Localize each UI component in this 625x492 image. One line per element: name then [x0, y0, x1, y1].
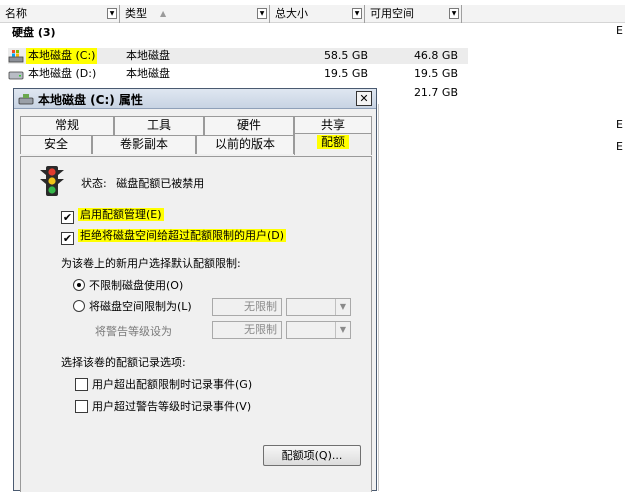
- drive-row-d[interactable]: 本地磁盘 (D:) 本地磁盘 19.5 GB 19.5 GB: [8, 66, 468, 82]
- properties-dialog: 本地磁盘 (C:) 属性 ✕ 常规 工具 硬件 共享 安全 卷影副本 以前的版本…: [13, 88, 377, 492]
- log-exceed-limit-label: 用户超出配额限制时记录事件(G): [92, 378, 253, 391]
- chevron-down-icon[interactable]: ▼: [257, 8, 267, 19]
- close-button[interactable]: ✕: [356, 91, 372, 106]
- side-letter: E: [616, 118, 623, 131]
- limit-value-field[interactable]: 无限制: [212, 298, 282, 316]
- limit-radio-row[interactable]: 将磁盘空间限制为(L): [73, 299, 192, 315]
- enable-quota-label: 启用配额管理(E): [78, 208, 164, 221]
- no-limit-radio-row[interactable]: 不限制磁盘使用(O): [73, 278, 183, 294]
- side-letter: E: [616, 140, 623, 153]
- drive-row-c[interactable]: 本地磁盘 (C:) 本地磁盘 58.5 GB 46.8 GB: [8, 48, 468, 64]
- tab-label: 工具: [146, 118, 171, 132]
- tab-label: 常规: [54, 118, 79, 132]
- column-type[interactable]: 类型 ▲ ▼: [120, 5, 270, 23]
- drive-icon: [8, 71, 24, 80]
- drive-type: 本地磁盘: [126, 49, 170, 62]
- warning-level-label: 将警告等级设为: [95, 325, 172, 338]
- close-icon: ✕: [359, 92, 369, 105]
- chevron-down-icon[interactable]: ▼: [335, 322, 350, 338]
- quota-entries-button[interactable]: 配额项(Q)...: [263, 445, 361, 466]
- tab-label: 共享: [320, 118, 345, 132]
- tab-row-front: 安全 卷影副本 以前的版本 配额: [20, 133, 372, 155]
- drive-icon: [18, 94, 34, 105]
- column-free-space[interactable]: 可用空间 ▼: [365, 5, 462, 23]
- drive-total: 19.5 GB: [323, 67, 368, 80]
- chevron-down-icon[interactable]: ▼: [107, 8, 117, 19]
- column-total-label: 总大小: [275, 7, 308, 20]
- tab-general[interactable]: 常规: [20, 116, 114, 135]
- drive-name: 本地磁盘 (C:): [26, 48, 98, 64]
- quota-status: 状态: 磁盘配额已被禁用: [81, 175, 204, 191]
- no-limit-label: 不限制磁盘使用(O): [89, 279, 184, 292]
- log-exceed-warning-label: 用户超过警告等级时记录事件(V): [92, 400, 252, 413]
- drive-free: 46.8 GB: [413, 49, 458, 62]
- tab-quota[interactable]: 配额: [294, 133, 372, 155]
- tab-label: 配额: [316, 135, 349, 149]
- tab-previous-versions[interactable]: 以前的版本: [196, 135, 294, 154]
- tab-label: 硬件: [236, 118, 261, 132]
- quota-entries-label: 配额项(Q)...: [281, 449, 343, 462]
- tab-label: 安全: [43, 137, 68, 151]
- log-exceed-warning-row[interactable]: 用户超过警告等级时记录事件(V): [75, 399, 251, 415]
- log-exceed-warning-checkbox[interactable]: [75, 400, 88, 413]
- drive-free: 21.7 GB: [413, 86, 458, 99]
- limit-disk-label: 将磁盘空间限制为(L): [89, 300, 192, 313]
- column-free-label: 可用空间: [370, 7, 414, 20]
- drive-type: 本地磁盘: [126, 67, 170, 80]
- tab-label: 卷影副本: [119, 137, 168, 151]
- check-mark-icon: ✔: [62, 211, 73, 224]
- divider: [378, 104, 379, 491]
- sort-ascending-icon: ▲: [160, 9, 167, 18]
- drive-name: 本地磁盘 (D:): [28, 67, 97, 80]
- column-header-bar: 名称 ▼ 类型 ▲ ▼ 总大小 ▼ 可用空间 ▼: [0, 5, 625, 23]
- no-limit-radio[interactable]: [73, 279, 85, 291]
- status-value: 磁盘配额已被禁用: [116, 177, 205, 190]
- dialog-title: 本地磁盘 (C:) 属性: [38, 93, 143, 107]
- column-name-label: 名称: [5, 7, 27, 20]
- side-letter: E: [616, 24, 623, 37]
- log-exceed-limit-row[interactable]: 用户超出配额限制时记录事件(G): [75, 377, 252, 393]
- drive-free: 19.5 GB: [413, 67, 458, 80]
- deny-space-label: 拒绝将磁盘空间给超过配额限制的用户(D): [78, 229, 287, 242]
- quota-panel: 状态: 磁盘配额已被禁用 ✔ 启用配额管理(E) ✔ 拒绝将磁盘空间给超过配额限制的…: [20, 156, 372, 492]
- column-total-size[interactable]: 总大小 ▼: [270, 5, 365, 23]
- column-type-label: 类型: [125, 7, 147, 20]
- log-exceed-limit-checkbox[interactable]: [75, 378, 88, 391]
- chevron-down-icon[interactable]: ▼: [449, 8, 459, 19]
- limit-disk-radio[interactable]: [73, 300, 85, 312]
- tab-label: 以前的版本: [214, 137, 275, 151]
- dialog-titlebar[interactable]: 本地磁盘 (C:) 属性 ✕: [14, 89, 376, 109]
- tab-tools[interactable]: 工具: [114, 116, 204, 135]
- warning-unit-select[interactable]: ▼: [286, 321, 351, 339]
- drive-total: 58.5 GB: [323, 49, 368, 62]
- tab-shadow-copies[interactable]: 卷影副本: [92, 135, 196, 154]
- deny-space-checkbox-row[interactable]: ✔ 拒绝将磁盘空间给超过配额限制的用户(D): [61, 228, 287, 245]
- status-label: 状态:: [81, 177, 107, 190]
- column-name[interactable]: 名称 ▼: [0, 5, 120, 23]
- default-limit-heading: 为该卷上的新用户选择默认配额限制:: [61, 257, 241, 270]
- warning-value: 无限制: [244, 323, 277, 336]
- chevron-down-icon[interactable]: ▼: [352, 8, 362, 19]
- chevron-down-icon[interactable]: ▼: [335, 299, 350, 315]
- traffic-light-icon: [40, 166, 64, 196]
- deny-space-checkbox[interactable]: ✔: [61, 232, 74, 245]
- limit-value: 无限制: [244, 300, 277, 313]
- enable-quota-checkbox[interactable]: ✔: [61, 211, 74, 224]
- warning-value-field[interactable]: 无限制: [212, 321, 282, 339]
- tab-security[interactable]: 安全: [20, 135, 92, 154]
- limit-unit-select[interactable]: ▼: [286, 298, 351, 316]
- check-mark-icon: ✔: [62, 232, 73, 245]
- logging-heading: 选择该卷的配额记录选项:: [61, 356, 186, 369]
- tab-hardware[interactable]: 硬件: [204, 116, 294, 135]
- drive-c-icon: [8, 50, 24, 63]
- group-title-hard-disks: 硬盘 (3): [12, 26, 56, 39]
- enable-quota-checkbox-row[interactable]: ✔ 启用配额管理(E): [61, 207, 164, 224]
